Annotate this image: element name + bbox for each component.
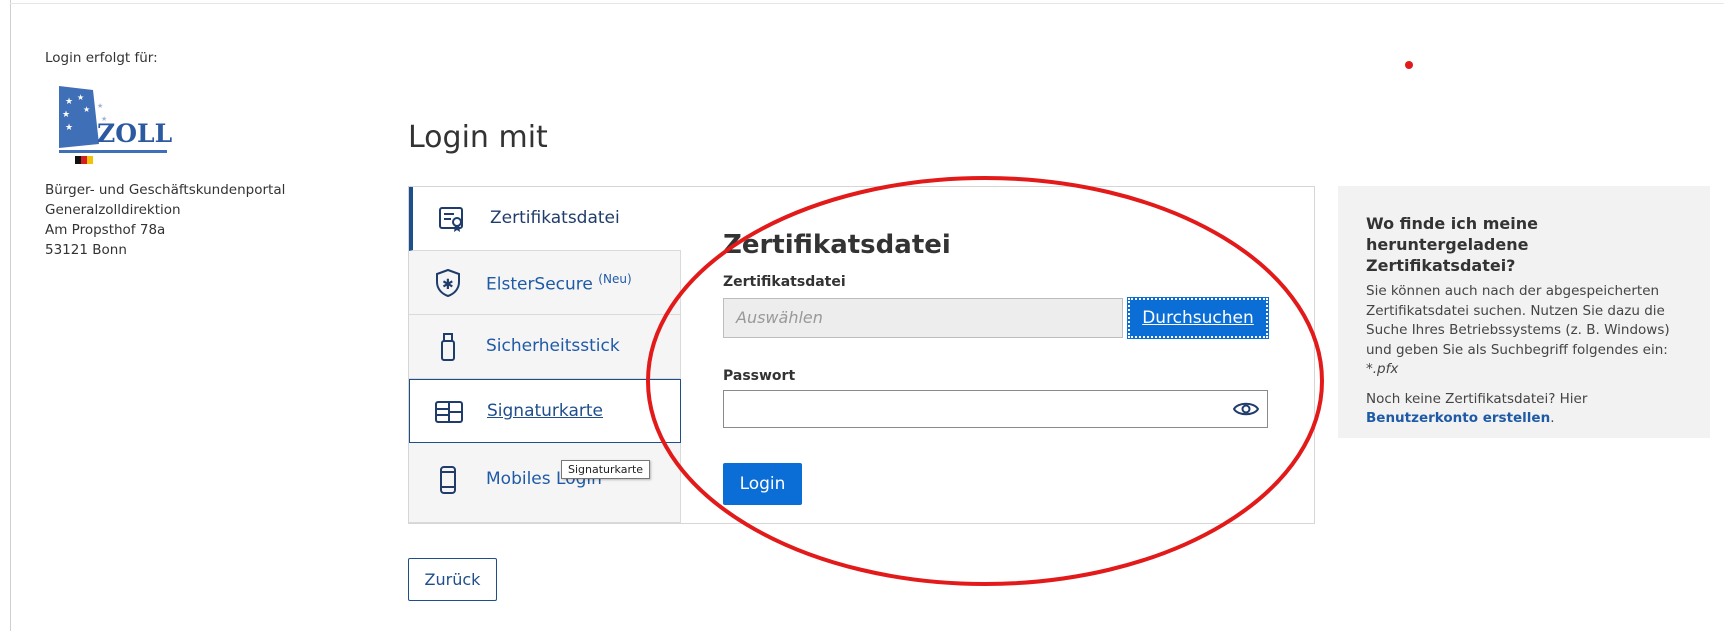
usb-stick-icon: [441, 333, 455, 361]
login-button[interactable]: Login: [723, 463, 802, 505]
organization-address: Bürger- und Geschäftskundenportal Genera…: [45, 180, 335, 260]
help-no-certificate: Noch keine Zertifikatsdatei? Hier Benutz…: [1366, 390, 1680, 429]
zoll-logo: ★ ★ ★ ★ ★ ★ ★ ZOLL: [53, 84, 173, 172]
form-title: Zertifikatsdatei: [723, 230, 951, 260]
login-for-caption: Login erfolgt für:: [45, 50, 158, 66]
org-line-authority: Generalzolldirektion: [45, 202, 181, 218]
org-line-street: Am Propsthof 78a: [45, 222, 166, 238]
certificate-file-input[interactable]: Auswählen: [723, 298, 1123, 338]
tab-label-elstersecure: ElsterSecure (Neu): [486, 272, 632, 295]
help-text-body: Sie können auch nach der abgespeicherten…: [1366, 283, 1670, 358]
window-left-border: [10, 0, 11, 631]
svg-text:★: ★: [65, 123, 73, 133]
tab-label-zertifikatsdatei: Zertifikatsdatei: [490, 208, 620, 228]
tab-elstersecure[interactable]: ✱ ElsterSecure (Neu): [409, 251, 681, 315]
create-account-link[interactable]: Benutzerkonto erstellen: [1366, 410, 1550, 426]
page-title: Login mit: [408, 120, 548, 156]
password-label: Passwort: [723, 368, 796, 384]
tab-label-signaturkarte: Signaturkarte: [487, 401, 604, 421]
window-top-border: [10, 3, 1724, 4]
back-button[interactable]: Zurück: [408, 558, 497, 601]
browse-button[interactable]: Durchsuchen: [1127, 297, 1269, 339]
certificate-file-label: Zertifikatsdatei: [723, 274, 846, 290]
help-period: .: [1550, 410, 1555, 426]
svg-text:✱: ✱: [442, 277, 454, 293]
tab-zertifikatsdatei[interactable]: Zertifikatsdatei: [409, 187, 681, 251]
svg-text:★: ★: [62, 110, 70, 120]
mobile-phone-icon: [440, 466, 456, 494]
help-no-certificate-text: Noch keine Zertifikatsdatei? Hier: [1366, 390, 1588, 407]
password-field[interactable]: [723, 390, 1268, 428]
signaturkarte-tooltip: Signaturkarte: [561, 460, 651, 479]
svg-text:★: ★: [65, 97, 73, 107]
tab-mobiles-login[interactable]: Mobiles Login: [409, 443, 681, 523]
help-search-pattern: *.pfx: [1366, 361, 1399, 377]
tab-sicherheitsstick[interactable]: Sicherheitsstick: [409, 315, 681, 379]
tab-label-elstersecure-text: ElsterSecure: [486, 274, 593, 295]
certificate-file-icon: [439, 207, 463, 232]
elster-secure-shield-icon: ✱: [436, 268, 460, 298]
svg-text:★: ★: [97, 102, 103, 110]
svg-text:★: ★: [77, 93, 84, 102]
signature-card-icon: [435, 401, 463, 423]
tab-label-sicherheitsstick: Sicherheitsstick: [486, 336, 620, 356]
help-box: Wo finde ich meine heruntergeladene Zert…: [1338, 186, 1710, 438]
organization-info: Login erfolgt für: ★ ★ ★ ★ ★ ★ ★ ZOLL Bü…: [45, 50, 335, 260]
zoll-logo-text: ZOLL: [97, 119, 173, 148]
org-line-portal: Bürger- und Geschäftskundenportal: [45, 182, 286, 198]
help-title: Wo finde ich meine heruntergeladene Zert…: [1366, 214, 1538, 275]
help-text: Sie können auch nach der abgespeicherten…: [1366, 282, 1680, 380]
tab-signaturkarte[interactable]: Signaturkarte: [409, 379, 681, 443]
tab-badge-neu: (Neu): [598, 272, 632, 286]
org-line-city: 53121 Bonn: [45, 242, 127, 258]
svg-text:★: ★: [83, 105, 90, 114]
annotation-red-dot: [1405, 61, 1413, 69]
show-password-eye-icon[interactable]: [1233, 399, 1259, 419]
